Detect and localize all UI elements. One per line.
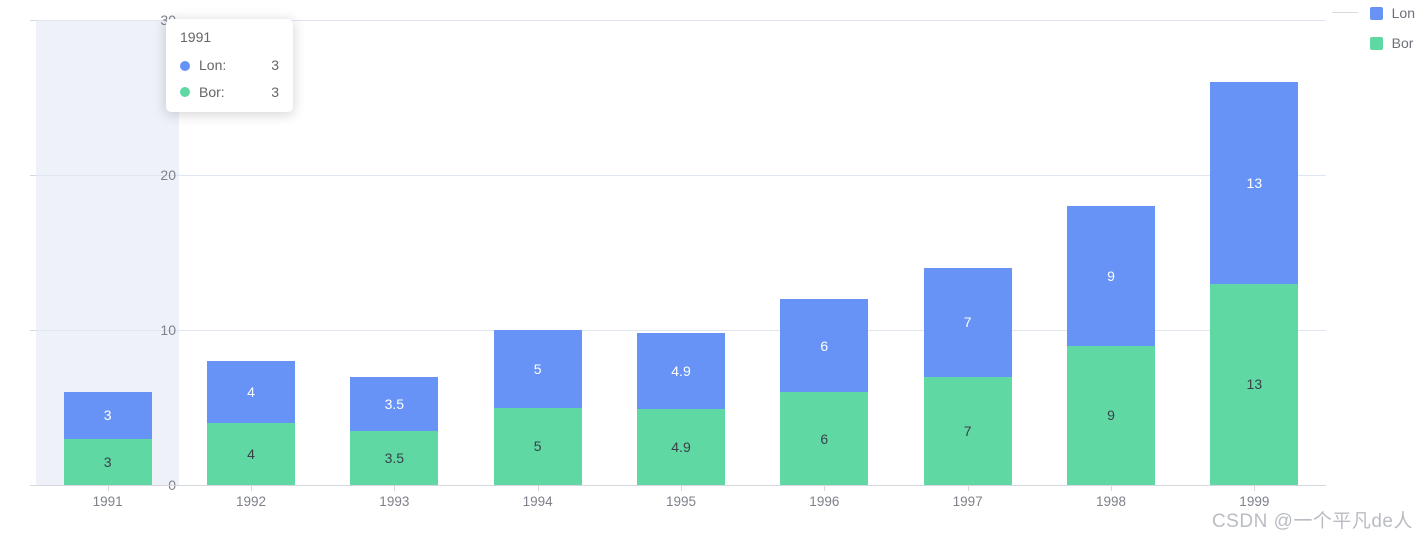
bar-segment-lon-1994[interactable]: 5 — [493, 330, 582, 408]
x-axis-label-1995: 1995 — [665, 494, 697, 509]
tooltip-row-lon: Lon: 3 — [180, 57, 279, 74]
y-axis-label: 10 — [160, 322, 176, 338]
bar-segment-lon-1995[interactable]: 4.9 — [637, 333, 725, 410]
bar-segment-bor-1993[interactable]: 3.5 — [350, 430, 439, 485]
gridline-20 — [36, 175, 1326, 176]
x-axis-tick — [824, 486, 825, 491]
bar-value-label: 6 — [820, 430, 829, 447]
x-axis-label-1991: 1991 — [92, 494, 123, 509]
x-axis-label-1998: 1998 — [1095, 494, 1127, 509]
y-axis-tick — [30, 20, 36, 21]
tooltip-series-dot-icon — [180, 61, 190, 72]
bar-segment-bor-1994[interactable]: 5 — [493, 407, 582, 485]
bar-value-label: 3 — [103, 407, 112, 424]
bar-segment-bor-1999[interactable]: 13 — [1210, 283, 1299, 485]
x-axis-tick — [108, 486, 109, 491]
y-axis-tick — [30, 330, 36, 331]
bar-value-label: 4 — [247, 384, 255, 400]
x-axis-tick — [1111, 486, 1112, 491]
bar-segment-lon-1991[interactable]: 3 — [63, 392, 152, 439]
x-axis-tick — [394, 486, 395, 491]
bar-value-label: 7 — [963, 314, 972, 331]
bar-segment-lon-1993[interactable]: 3.5 — [350, 376, 439, 431]
bar-segment-bor-1995[interactable]: 4.9 — [637, 409, 725, 485]
bar-value-label: 4.9 — [671, 363, 691, 380]
x-axis-label-1994: 1994 — [522, 494, 553, 509]
x-axis-tick — [538, 486, 539, 491]
tooltip-series-dot-icon — [180, 87, 190, 98]
bar-value-label: 3 — [103, 453, 112, 470]
tooltip-rows: Lon: 3 Bor: 3 — [180, 57, 279, 100]
bar-value-label: 4.9 — [671, 439, 691, 456]
legend-overflow-dash — [1331, 12, 1358, 13]
bar-segment-lon-1992[interactable]: 4 — [207, 361, 295, 423]
bar-value-label: 9 — [1107, 407, 1115, 424]
legend-swatch-icon — [1369, 6, 1383, 20]
x-axis-tick — [251, 486, 252, 491]
x-axis-tick — [968, 486, 969, 491]
x-axis-label-1996: 1996 — [809, 494, 840, 509]
bar-segment-bor-1998[interactable]: 9 — [1067, 345, 1155, 485]
bar-value-label: 13 — [1246, 376, 1263, 393]
bar-segment-lon-1997[interactable]: 7 — [923, 268, 1012, 377]
bar-value-label: 5 — [533, 438, 542, 455]
bar-value-label: 9 — [1107, 267, 1115, 284]
chart-tooltip: 1991 Lon: 3 Bor: 3 — [166, 19, 293, 113]
legend: Lon Bor — [1331, 5, 1415, 51]
bar-value-label: 5 — [533, 360, 542, 377]
legend-label: Bor — [1391, 35, 1414, 51]
bar-value-label: 3.5 — [384, 449, 405, 466]
x-axis-tick — [1254, 486, 1255, 491]
legend-item-lon[interactable]: Lon — [1331, 5, 1415, 21]
tooltip-series-name: Lon: — [199, 57, 227, 74]
y-axis-tick — [30, 175, 36, 176]
bar-segment-bor-1997[interactable]: 7 — [923, 376, 1012, 485]
legend-label: Lon — [1391, 5, 1415, 21]
bar-segment-bor-1992[interactable]: 4 — [207, 423, 295, 485]
x-axis-tick — [681, 486, 682, 491]
legend-item-bor[interactable]: Bor — [1369, 35, 1414, 51]
bar-value-label: 7 — [963, 422, 972, 439]
tooltip-series-value: 3 — [271, 83, 279, 100]
bar-segment-lon-1999[interactable]: 13 — [1210, 82, 1299, 284]
tooltip-series-name: Bor: — [199, 83, 225, 100]
x-axis-label-1993: 1993 — [379, 494, 410, 509]
bar-value-label: 4 — [247, 446, 255, 462]
watermark: CSDN @一个平凡de人 — [1211, 511, 1413, 532]
bar-value-label: 13 — [1246, 174, 1263, 191]
y-axis-label: 20 — [160, 167, 176, 183]
bar-segment-lon-1996[interactable]: 6 — [780, 299, 869, 392]
bar-value-label: 6 — [820, 337, 829, 354]
bar-value-label: 3.5 — [384, 395, 405, 412]
legend-swatch-icon — [1369, 36, 1383, 50]
tooltip-row-bor: Bor: 3 — [180, 83, 279, 100]
tooltip-title: 1991 — [180, 29, 212, 45]
stacked-bar-chart: 33443.53.5554.94.96677991313 0102030 199… — [0, 0, 1421, 537]
bar-segment-lon-1998[interactable]: 9 — [1067, 206, 1155, 346]
bar-segment-bor-1991[interactable]: 3 — [63, 438, 152, 485]
tooltip-series-value: 3 — [271, 57, 279, 74]
x-axis-label-1997: 1997 — [952, 494, 983, 509]
x-axis-label-1992: 1992 — [235, 494, 267, 509]
bar-segment-bor-1996[interactable]: 6 — [780, 392, 869, 485]
